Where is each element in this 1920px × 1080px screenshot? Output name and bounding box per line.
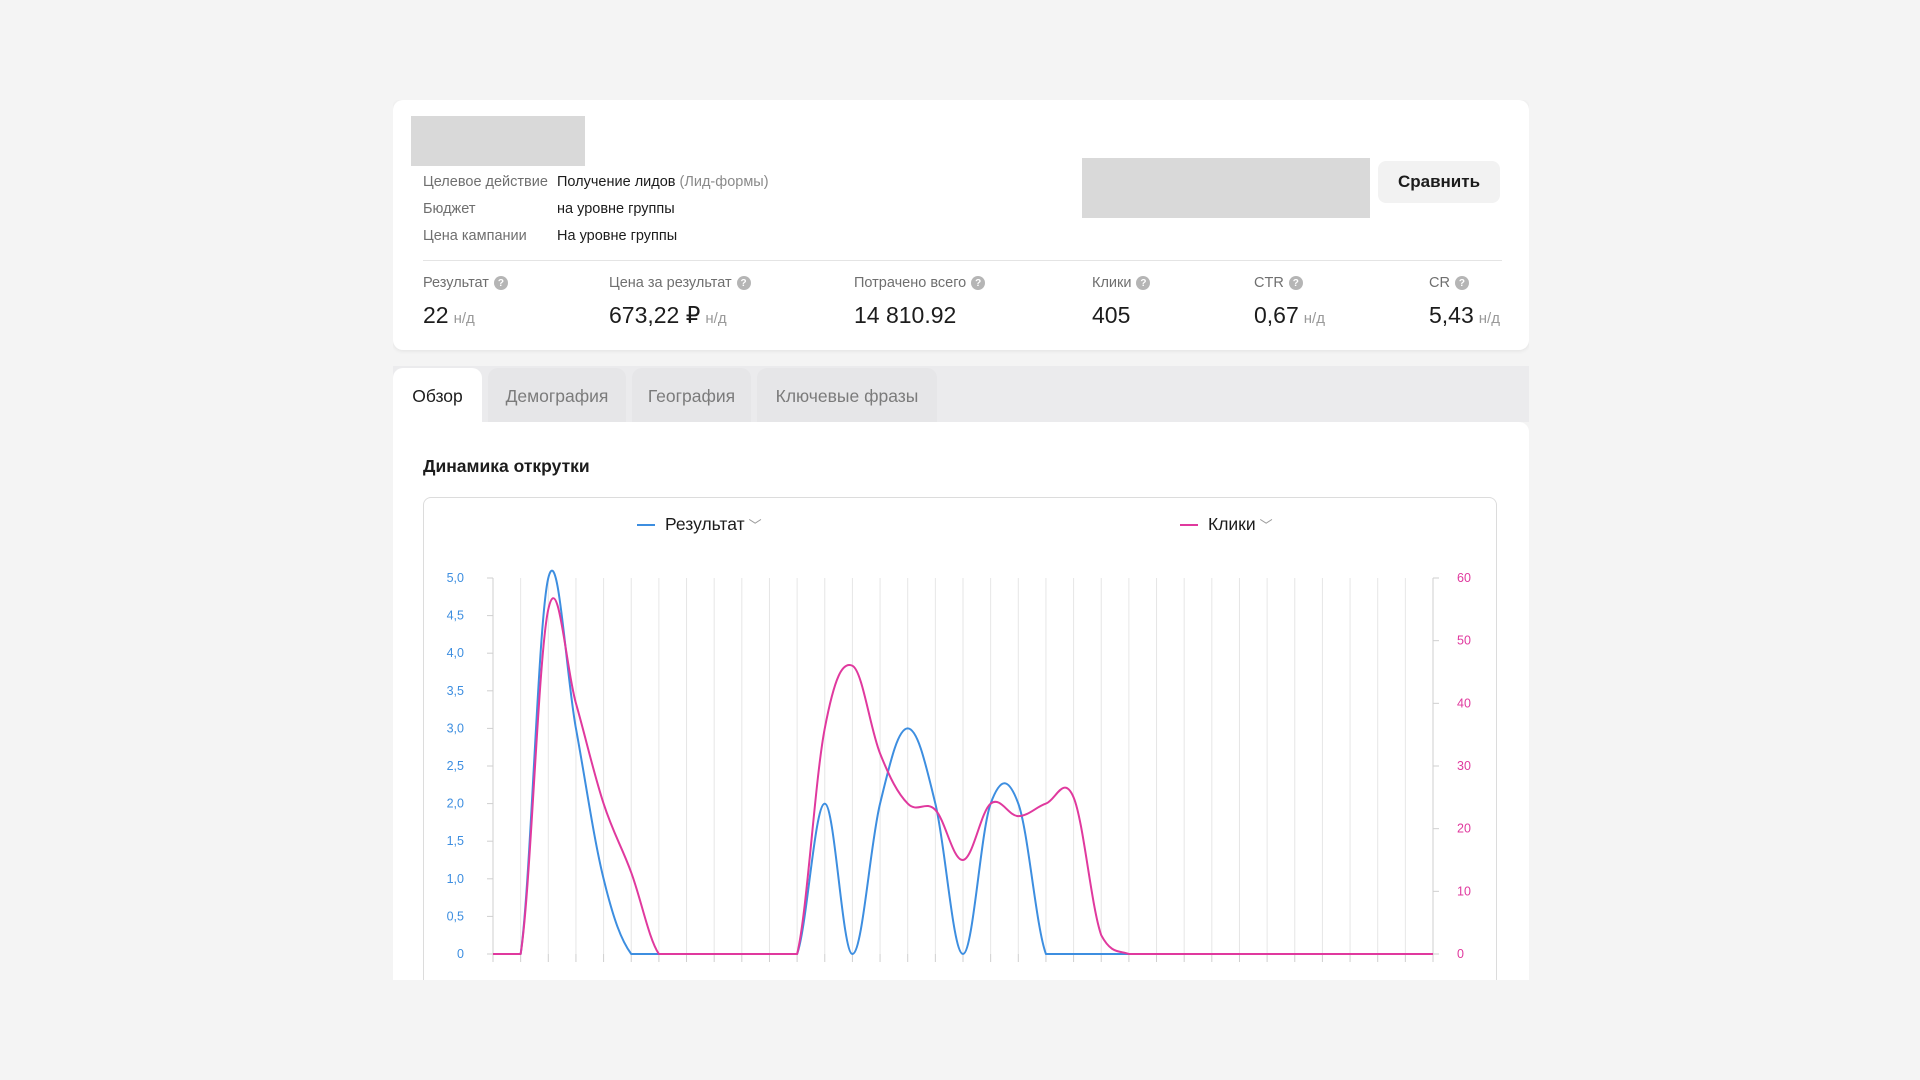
- metric-cost-per-result: Цена за результат? 673,22 ₽ н/д: [609, 272, 751, 329]
- metric-label: CTR: [1254, 275, 1284, 291]
- redacted-compare-selector: [1082, 158, 1370, 218]
- info-value: Получение лидов (Лид-формы): [557, 174, 769, 190]
- left-tick-label: 3,5: [447, 684, 464, 698]
- right-tick-label: 40: [1457, 696, 1471, 710]
- delivery-chart: Результат ﹀ Клики ﹀ 0 0,5 1,0 1,5 2,0 2,5 3,0 3…: [423, 497, 1497, 980]
- redacted-campaign-title: [411, 116, 585, 166]
- metric-value: 5,43: [1429, 302, 1474, 328]
- info-value: на уровне группы: [557, 200, 675, 217]
- overview-panel: Динамика открутки Результат ﹀ Клики ﹀ 00…: [393, 422, 1529, 980]
- info-value-main: Получение лидов: [557, 173, 676, 190]
- metric-suffix: н/д: [453, 310, 475, 327]
- right-tick-label: 10: [1457, 884, 1471, 898]
- left-tick-label: 2,5: [447, 759, 464, 773]
- metric-suffix: н/д: [1303, 310, 1325, 327]
- help-icon[interactable]: ?: [1288, 276, 1303, 290]
- metric-value: 14 810.92: [854, 302, 957, 328]
- metric-suffix: н/д: [705, 310, 727, 327]
- section-title: Динамика открутки: [423, 456, 590, 476]
- info-row-budget: Бюджет на уровне группы: [423, 195, 769, 222]
- tab-key-phrases[interactable]: Ключевые фразы: [757, 368, 937, 424]
- metric-value: 0,67: [1254, 302, 1299, 328]
- right-tick-label: 50: [1457, 634, 1471, 648]
- compare-button[interactable]: Сравнить: [1378, 161, 1500, 203]
- left-tick-label: 0,5: [447, 909, 464, 923]
- left-tick-label: 3,0: [447, 721, 464, 735]
- tab-geography[interactable]: География: [632, 368, 751, 424]
- divider: [423, 260, 1502, 261]
- info-label: Целевое действие: [423, 173, 548, 190]
- metric-cr: CR? 5,43 н/д: [1429, 272, 1500, 329]
- help-icon[interactable]: ?: [1454, 276, 1469, 290]
- metric-value: 673,22 ₽: [609, 302, 701, 328]
- left-tick-label: 1,5: [447, 834, 464, 848]
- metric-clicks: Клики? 405: [1092, 272, 1151, 329]
- info-row-target-action: Целевое действие Получение лидов (Лид-фо…: [423, 168, 769, 195]
- metric-label: Результат: [423, 275, 489, 291]
- left-tick-label: 2,0: [447, 797, 464, 811]
- help-icon[interactable]: ?: [736, 276, 751, 290]
- info-value-note: (Лид-формы): [679, 173, 769, 190]
- right-tick-label: 60: [1457, 571, 1471, 585]
- metric-ctr: CTR? 0,67 н/д: [1254, 272, 1325, 329]
- campaign-info-list: Целевое действие Получение лидов (Лид-фо…: [423, 168, 769, 249]
- metric-total-spent: Потрачено всего? 14 810.92: [854, 272, 986, 329]
- info-value: На уровне группы: [557, 227, 678, 244]
- tab-demography[interactable]: Демография: [488, 368, 626, 424]
- metric-result: Результат? 22 н/д: [423, 272, 508, 329]
- left-tick-label: 1,0: [447, 872, 464, 886]
- right-tick-label: 30: [1457, 759, 1471, 773]
- info-label: Бюджет: [423, 200, 476, 217]
- metric-label: Клики: [1092, 275, 1132, 291]
- metric-value: 405: [1092, 302, 1131, 328]
- campaign-summary-card: Целевое действие Получение лидов (Лид-фо…: [393, 100, 1529, 350]
- metric-suffix: н/д: [1478, 310, 1500, 327]
- left-tick-label: 0: [457, 947, 464, 961]
- help-icon[interactable]: ?: [971, 276, 986, 290]
- info-row-campaign-price: Цена кампании На уровне группы: [423, 222, 769, 249]
- help-icon[interactable]: ?: [1136, 276, 1151, 290]
- metric-label: CR: [1429, 275, 1450, 291]
- chart-plot-area: 0 0,5 1,0 1,5 2,0 2,5 3,0 3,5 4,0 4,5 5,0 0 10 20 30 40…: [447, 569, 1471, 962]
- metric-label: Цена за результат: [609, 275, 732, 291]
- info-label: Цена кампании: [423, 227, 527, 244]
- metric-label: Потрачено всего: [854, 275, 967, 291]
- left-tick-label: 5,0: [447, 571, 464, 585]
- help-icon[interactable]: ?: [493, 276, 508, 290]
- metric-value: 22: [423, 302, 449, 328]
- right-tick-label: 0: [1457, 947, 1464, 961]
- tab-overview[interactable]: Обзор: [393, 368, 482, 424]
- right-tick-label: 20: [1457, 822, 1471, 836]
- left-tick-label: 4,0: [447, 646, 464, 660]
- left-tick-label: 4,5: [447, 609, 464, 623]
- campaign-stats-frame: Целевое действие Получение лидов (Лид-фо…: [393, 100, 1529, 980]
